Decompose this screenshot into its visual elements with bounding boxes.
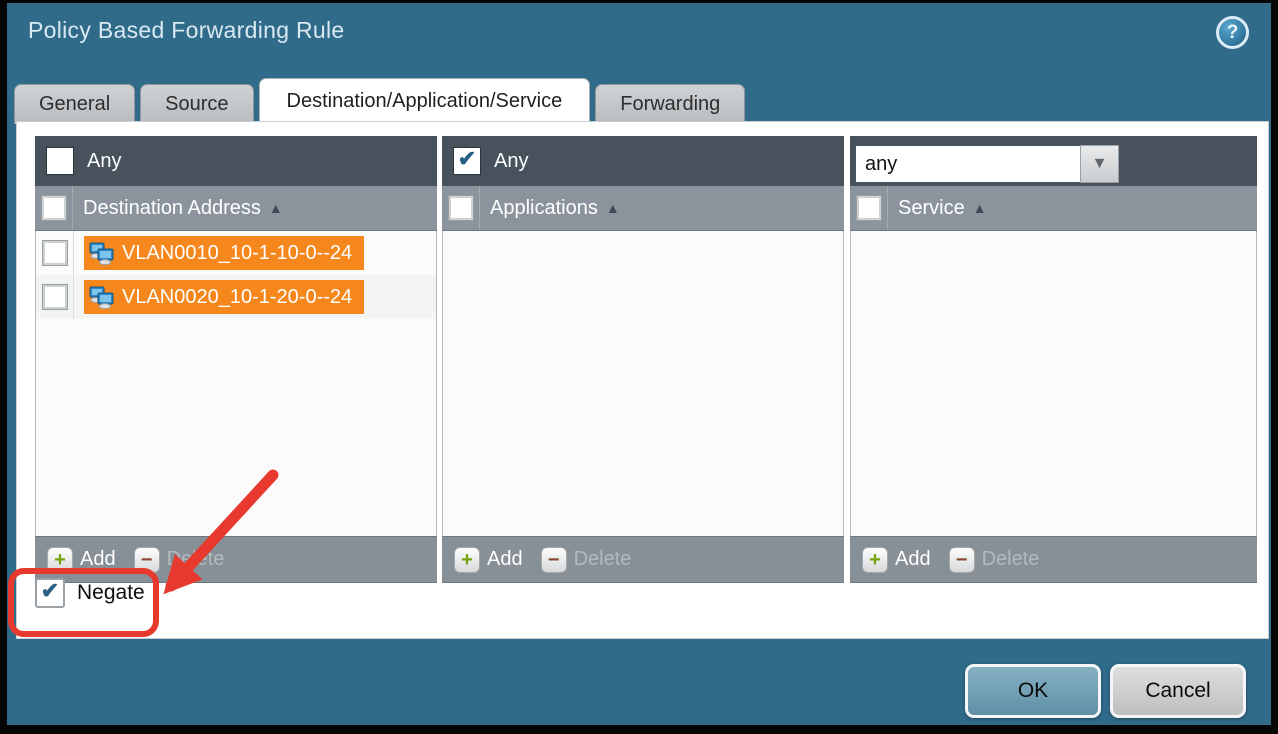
add-button[interactable]: + Add [454, 547, 523, 573]
address-label: VLAN0020_10-1-20-0--24 [122, 286, 352, 309]
minus-icon: − [548, 550, 560, 570]
destination-header-row: Destination Address ▲ [35, 186, 437, 231]
address-chip[interactable]: VLAN0010_10-1-10-0--24 [84, 236, 364, 270]
tab-bar: General Source Destination/Application/S… [14, 79, 745, 124]
destination-select-all-checkbox[interactable] [42, 196, 66, 220]
screen-background: Policy Based Forwarding Rule ? General S… [0, 0, 1278, 734]
minus-icon: − [956, 550, 968, 570]
help-icon[interactable]: ? [1216, 16, 1249, 49]
sort-ascending-icon[interactable]: ▲ [973, 200, 987, 216]
add-button[interactable]: + Add [862, 547, 931, 573]
plus-icon: + [461, 550, 473, 570]
dropdown-arrow-icon[interactable]: ▼ [1080, 145, 1119, 183]
tab-destination-application-service[interactable]: Destination/Application/Service [259, 78, 591, 124]
destination-column-header[interactable]: Destination Address [83, 197, 261, 220]
dialog-title: Policy Based Forwarding Rule [28, 17, 345, 44]
service-dropdown[interactable]: any ▼ [855, 145, 1119, 183]
add-button[interactable]: + Add [47, 547, 116, 573]
destination-column: Any Destination Address ▲ [35, 136, 437, 583]
table-row[interactable]: VLAN0020_10-1-20-0--24 [36, 275, 436, 319]
service-list [850, 231, 1257, 536]
destination-actions-bar: + Add − Delete [35, 536, 437, 583]
sort-ascending-icon[interactable]: ▲ [269, 200, 283, 216]
checkmark-icon: ✔ [458, 148, 476, 170]
destination-any-bar: Any [35, 136, 437, 186]
row-checkbox[interactable] [43, 241, 67, 265]
address-object-icon [89, 241, 115, 265]
negate-row: ✔ Negate [35, 578, 145, 608]
service-column-header[interactable]: Service [898, 197, 965, 220]
applications-select-all-checkbox[interactable] [449, 196, 473, 220]
delete-button[interactable]: − Delete [134, 547, 225, 573]
destination-any-label: Any [87, 150, 121, 173]
delete-button[interactable]: − Delete [541, 547, 632, 573]
tab-general[interactable]: General [14, 84, 135, 124]
applications-column-header[interactable]: Applications [490, 197, 598, 220]
tab-forwarding[interactable]: Forwarding [595, 84, 745, 124]
table-row[interactable]: VLAN0010_10-1-10-0--24 [36, 231, 436, 275]
row-checkbox[interactable] [43, 285, 67, 309]
service-dropdown-value[interactable]: any [855, 145, 1080, 183]
service-dropdown-bar: any ▼ [850, 136, 1257, 186]
destination-any-checkbox[interactable] [46, 147, 74, 175]
address-chip[interactable]: VLAN0020_10-1-20-0--24 [84, 280, 364, 314]
plus-icon: + [869, 550, 881, 570]
sort-ascending-icon[interactable]: ▲ [606, 200, 620, 216]
address-object-icon [89, 285, 115, 309]
policy-based-forwarding-dialog: Policy Based Forwarding Rule ? General S… [7, 3, 1271, 725]
minus-icon: − [141, 550, 153, 570]
delete-button[interactable]: − Delete [949, 547, 1040, 573]
ok-button[interactable]: OK [965, 664, 1101, 718]
applications-header-row: Applications ▲ [442, 186, 844, 231]
service-header-row: Service ▲ [850, 186, 1257, 231]
cancel-button[interactable]: Cancel [1110, 664, 1246, 718]
service-actions-bar: + Add − Delete [850, 536, 1257, 583]
address-label: VLAN0010_10-1-10-0--24 [122, 242, 352, 265]
applications-any-checkbox[interactable]: ✔ [453, 147, 481, 175]
applications-any-label: Any [494, 150, 528, 173]
tab-content-panel: Any Destination Address ▲ [16, 121, 1269, 639]
checkmark-icon: ✔ [41, 580, 59, 602]
tab-source[interactable]: Source [140, 84, 253, 124]
service-select-all-checkbox[interactable] [857, 196, 881, 220]
applications-actions-bar: + Add − Delete [442, 536, 844, 583]
service-column: any ▼ Service ▲ + Add [850, 136, 1257, 583]
plus-icon: + [54, 550, 66, 570]
destination-list: VLAN0010_10-1-10-0--24 [35, 231, 437, 536]
applications-any-bar: ✔ Any [442, 136, 844, 186]
negate-label: Negate [77, 581, 145, 605]
applications-column: ✔ Any Applications ▲ + Add [442, 136, 844, 583]
applications-list [442, 231, 844, 536]
negate-checkbox[interactable]: ✔ [35, 578, 65, 608]
